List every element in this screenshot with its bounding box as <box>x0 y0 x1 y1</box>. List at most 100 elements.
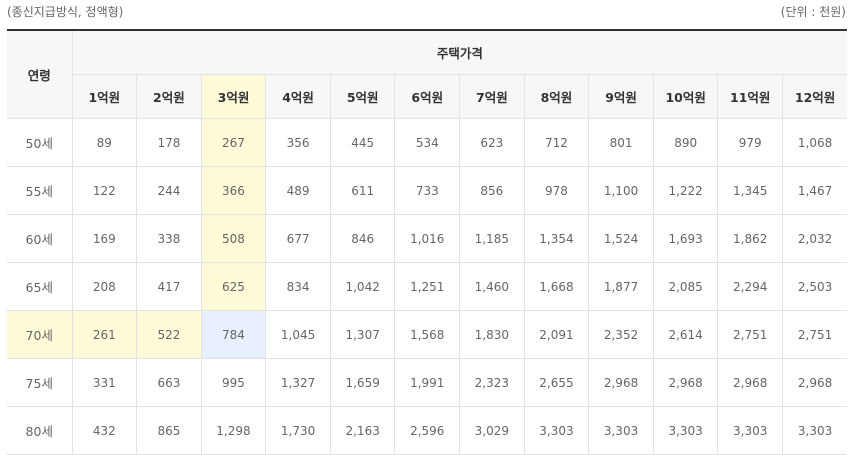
value-cell: 122 <box>72 166 138 215</box>
value-cell: 2,968 <box>782 358 848 407</box>
value-cell: 1,068 <box>782 118 848 167</box>
value-cell: 611 <box>330 166 396 215</box>
age-cell: 55세 <box>7 166 73 215</box>
value-cell: 2,091 <box>524 310 590 359</box>
value-cell: 1,307 <box>330 310 396 359</box>
table-row: 65세 208 417 625 834 1,042 1,251 1,460 1,668 1,877… <box>7 262 848 311</box>
value-cell: 663 <box>136 358 202 407</box>
value-cell: 489 <box>265 166 331 215</box>
value-cell: 890 <box>653 118 719 167</box>
value-cell: 623 <box>459 118 525 167</box>
value-cell: 89 <box>72 118 138 167</box>
value-cell: 2,323 <box>459 358 525 407</box>
price-header: 9억원 <box>588 74 654 119</box>
value-cell: 417 <box>136 262 202 311</box>
value-cell: 1,862 <box>717 214 784 263</box>
table-row: 70세 261 522 784 1,045 1,307 1,568 1,830 2,091 2,3… <box>7 310 848 359</box>
value-cell: 3,303 <box>782 406 848 455</box>
value-cell: 1,354 <box>524 214 590 263</box>
value-cell: 267 <box>201 118 267 167</box>
table-row: 50세 89 178 267 356 445 534 623 712 801 890 979 1,068 <box>7 118 848 167</box>
value-cell: 1,185 <box>459 214 525 263</box>
value-cell: 1,668 <box>524 262 590 311</box>
age-cell: 60세 <box>7 214 73 263</box>
value-cell: 2,352 <box>588 310 654 359</box>
value-cell: 338 <box>136 214 202 263</box>
value-cell: 534 <box>394 118 461 167</box>
value-cell: 1,467 <box>782 166 848 215</box>
age-cell: 80세 <box>7 406 73 455</box>
value-cell: 2,596 <box>394 406 461 455</box>
value-cell: 1,659 <box>330 358 396 407</box>
value-cell: 508 <box>201 214 267 263</box>
value-cell: 169 <box>72 214 138 263</box>
value-cell: 834 <box>265 262 331 311</box>
value-cell: 261 <box>72 310 138 359</box>
value-cell: 2,085 <box>653 262 719 311</box>
age-cell: 70세 <box>7 310 73 359</box>
price-header: 1억원 <box>72 74 138 119</box>
price-header: 3억원 <box>201 74 267 119</box>
price-header: 7억원 <box>459 74 525 119</box>
price-header: 11억원 <box>717 74 784 119</box>
value-cell: 3,303 <box>588 406 654 455</box>
value-cell: 2,163 <box>330 406 396 455</box>
table-row: 60세 169 338 508 677 846 1,016 1,185 1,354 1,524 1,… <box>7 214 848 263</box>
value-cell: 2,032 <box>782 214 848 263</box>
price-header: 5억원 <box>330 74 396 119</box>
value-cell: 1,045 <box>265 310 331 359</box>
value-cell: 366 <box>201 166 267 215</box>
value-cell: 625 <box>201 262 267 311</box>
pension-table: 연령 주택가격 1억원 2억원 3억원 4억원 5억원 6억원 7억원 8억원 9억원 10억원 1… <box>7 29 848 455</box>
value-cell: 1,524 <box>588 214 654 263</box>
value-cell: 3,303 <box>717 406 784 455</box>
table-row: 75세 331 663 995 1,327 1,659 1,991 2,323 2,655 2,9… <box>7 358 848 407</box>
value-cell: 733 <box>394 166 461 215</box>
value-cell: 784 <box>201 310 267 359</box>
value-cell: 1,016 <box>394 214 461 263</box>
value-cell: 208 <box>72 262 138 311</box>
value-cell: 1,222 <box>653 166 719 215</box>
age-cell: 50세 <box>7 118 73 167</box>
price-header: 12억원 <box>782 74 848 119</box>
value-cell: 979 <box>717 118 784 167</box>
value-cell: 445 <box>330 118 396 167</box>
age-cell: 65세 <box>7 262 73 311</box>
value-cell: 2,968 <box>653 358 719 407</box>
age-column-header: 연령 <box>7 29 73 119</box>
age-cell: 75세 <box>7 358 73 407</box>
value-cell: 356 <box>265 118 331 167</box>
value-cell: 846 <box>330 214 396 263</box>
value-cell: 3,303 <box>653 406 719 455</box>
value-cell: 712 <box>524 118 590 167</box>
value-cell: 1,693 <box>653 214 719 263</box>
price-header: 6억원 <box>394 74 461 119</box>
value-cell: 1,042 <box>330 262 396 311</box>
value-cell: 2,968 <box>717 358 784 407</box>
value-cell: 1,568 <box>394 310 461 359</box>
value-cell: 1,327 <box>265 358 331 407</box>
value-cell: 244 <box>136 166 202 215</box>
value-cell: 995 <box>201 358 267 407</box>
table-row: 55세 122 244 366 489 611 733 856 978 1,100 1,222 1,3… <box>7 166 848 215</box>
value-cell: 331 <box>72 358 138 407</box>
value-cell: 1,298 <box>201 406 267 455</box>
value-cell: 1,100 <box>588 166 654 215</box>
value-cell: 978 <box>524 166 590 215</box>
value-cell: 522 <box>136 310 202 359</box>
value-cell: 2,655 <box>524 358 590 407</box>
unit-label: (단위 : 천원) <box>780 5 846 19</box>
value-cell: 2,751 <box>782 310 848 359</box>
value-cell: 2,294 <box>717 262 784 311</box>
value-cell: 1,730 <box>265 406 331 455</box>
value-cell: 1,877 <box>588 262 654 311</box>
value-cell: 3,029 <box>459 406 525 455</box>
value-cell: 2,614 <box>653 310 719 359</box>
value-cell: 2,503 <box>782 262 848 311</box>
value-cell: 1,251 <box>394 262 461 311</box>
payment-type-label: (종신지급방식, 정액형) <box>7 5 124 19</box>
house-price-group-header: 주택가격 <box>72 29 848 75</box>
value-cell: 2,751 <box>717 310 784 359</box>
price-header: 2억원 <box>136 74 202 119</box>
price-header: 10억원 <box>653 74 719 119</box>
